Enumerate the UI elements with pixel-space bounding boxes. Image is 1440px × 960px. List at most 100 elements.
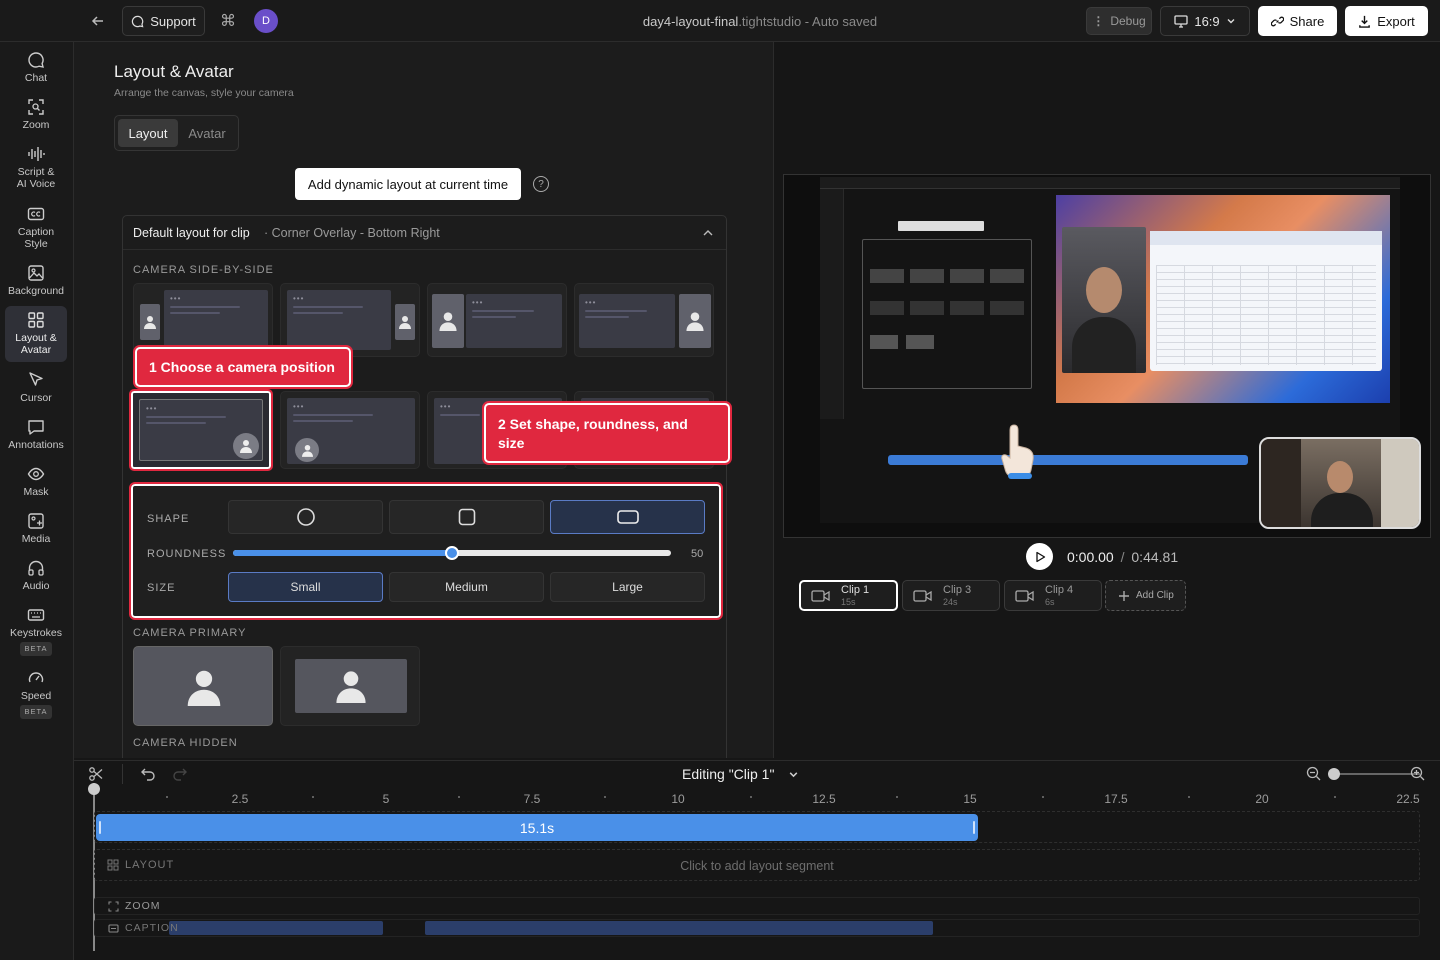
playhead-handle[interactable] (88, 783, 100, 795)
shape-circle-button[interactable] (228, 500, 383, 534)
clip-chip-clip-1[interactable]: Clip 1 15s (799, 580, 898, 611)
sidebar-item-zoom[interactable]: Zoom (5, 95, 67, 139)
trim-handle-left[interactable] (99, 821, 101, 834)
size-medium-button[interactable]: Medium (389, 572, 544, 602)
layout-option-camera-full[interactable] (133, 646, 273, 726)
sidebar-item-cursor[interactable]: Cursor (5, 368, 67, 412)
clip-segment[interactable]: 15.1s (96, 814, 978, 841)
help-icon[interactable]: ? (533, 176, 549, 192)
size-small-button[interactable]: Small (228, 572, 383, 602)
recorded-tile-row (870, 335, 940, 349)
timeline-zoom-thumb[interactable] (1328, 768, 1340, 780)
clip-info: Clip 1 15s (841, 584, 869, 608)
add-dynamic-layout-button[interactable]: Add dynamic layout at current time (295, 168, 521, 200)
sidebar-item-label: Media (21, 533, 51, 545)
camera-thumbnail (233, 433, 259, 459)
sidebar-item-label: Chat (24, 72, 48, 84)
support-button[interactable]: Support (122, 6, 205, 36)
layout-option-corner-bottom-right[interactable]: ••• (129, 389, 273, 471)
debug-button[interactable]: ⋮ Debug (1086, 7, 1152, 35)
play-button[interactable] (1026, 543, 1053, 570)
size-large-button[interactable]: Large (550, 572, 705, 602)
caption-segment[interactable] (169, 921, 383, 935)
chevron-up-icon[interactable] (702, 227, 714, 239)
default-layout-header[interactable]: Default layout for clip · Corner Overlay… (123, 216, 726, 250)
nested-timeline (888, 455, 1248, 465)
caption-icon (108, 923, 119, 933)
redo-icon[interactable] (172, 767, 188, 781)
shape-rectangle-button[interactable] (550, 500, 705, 534)
sidebar-item-label: Zoom (22, 119, 50, 131)
avatar[interactable]: D (254, 9, 278, 33)
roundness-slider[interactable] (233, 546, 671, 560)
trim-handle-right[interactable] (973, 821, 975, 834)
tab-avatar[interactable]: Avatar (179, 119, 235, 147)
tab-layout[interactable]: Layout (118, 119, 178, 147)
video-preview[interactable] (783, 174, 1431, 538)
sidebar-item-script-ai-voice[interactable]: Script & AI Voice (5, 142, 67, 194)
sidebar-item-caption-style[interactable]: Caption Style (5, 202, 67, 254)
sidebar-item-media[interactable]: Media (5, 509, 67, 553)
export-button[interactable]: Export (1345, 6, 1428, 36)
screen-thumbnail: ••• (164, 290, 268, 350)
share-button[interactable]: Share (1258, 6, 1337, 36)
layout-option-side-right-tall[interactable]: ••• (574, 283, 714, 357)
clip-chip-clip-3[interactable]: Clip 3 24s (902, 580, 1000, 611)
sidebar-item-background[interactable]: Background (5, 261, 67, 305)
layout-option-side-left-small[interactable]: ••• (133, 283, 273, 357)
layout-option-camera-centered[interactable] (280, 646, 420, 726)
timeline-zoom-slider[interactable] (1328, 768, 1420, 780)
chat-bubble-icon (132, 15, 144, 27)
layout-option-corner-bottom-left[interactable]: ••• (280, 391, 420, 469)
zoom-icon (108, 900, 119, 912)
person-icon (399, 316, 411, 329)
sidebar-item-keystrokes[interactable]: Keystrokes BETA (5, 603, 67, 659)
layout-option-side-left-tall[interactable]: ••• (427, 283, 567, 357)
sidebar-item-label: Annotations (8, 439, 64, 451)
clip-chip-clip-4[interactable]: Clip 4 6s (1004, 580, 1102, 611)
editing-clip-select[interactable]: Editing "Clip 1" (682, 766, 799, 782)
sidebar-item-speed[interactable]: Speed BETA (5, 666, 67, 722)
caption-icon (27, 207, 45, 221)
rounded-square-icon (458, 508, 475, 526)
shape-square-button[interactable] (389, 500, 544, 534)
sidebar-item-layout-avatar[interactable]: Layout & Avatar (5, 306, 67, 362)
camera-background-wall (1381, 439, 1419, 527)
command-icon[interactable]: ⌘ (220, 11, 236, 31)
undo-icon[interactable] (140, 767, 156, 781)
clip-duration: 24s (943, 596, 958, 607)
sidebar-item-label: Keystrokes (10, 627, 62, 639)
zoom-out-icon[interactable] (1306, 766, 1321, 781)
sheet-toolbar (1150, 231, 1382, 245)
roundness-value: 50 (691, 548, 704, 560)
roundness-slider-thumb[interactable] (445, 546, 459, 560)
add-clip-label: Add Clip (1136, 590, 1174, 601)
sidebar-item-audio[interactable]: Audio (5, 556, 67, 600)
cursor-icon (29, 372, 43, 386)
caption-segment[interactable] (425, 921, 933, 935)
clip-info: Clip 3 24s (943, 584, 971, 608)
back-button[interactable] (88, 11, 108, 31)
sidebar-item-annotations[interactable]: Annotations (5, 415, 67, 459)
shape-label: SHAPE (147, 513, 190, 525)
camera-body (1311, 493, 1373, 527)
time-display: 0:00.00 / 0:44.81 (1067, 549, 1178, 565)
sidebar-item-chat[interactable]: Chat (5, 48, 67, 92)
aspect-ratio-select[interactable]: 16:9 (1160, 6, 1250, 36)
layout-option-side-right-small[interactable]: ••• (280, 283, 420, 357)
zoom-track-header: ZOOM (108, 900, 161, 912)
camera-background-window (1261, 439, 1301, 527)
camera-overlay[interactable] (1259, 437, 1421, 529)
clip-name: Clip 1 (841, 583, 870, 596)
add-clip-button[interactable]: Add Clip (1105, 580, 1186, 611)
default-layout-label: Default layout for clip (133, 226, 250, 240)
zoom-in-icon[interactable] (1410, 766, 1425, 781)
pointing-hand-icon (1001, 424, 1034, 479)
sidebar-item-mask[interactable]: Mask (5, 462, 67, 506)
ruler-tick: 2.5 (231, 792, 249, 806)
zoom-track[interactable] (94, 897, 1420, 915)
layout-track-hint: Click to add layout segment (680, 859, 834, 873)
camera-thumbnail (140, 304, 160, 340)
plus-icon (1119, 590, 1129, 601)
scissors-icon[interactable] (88, 766, 104, 782)
